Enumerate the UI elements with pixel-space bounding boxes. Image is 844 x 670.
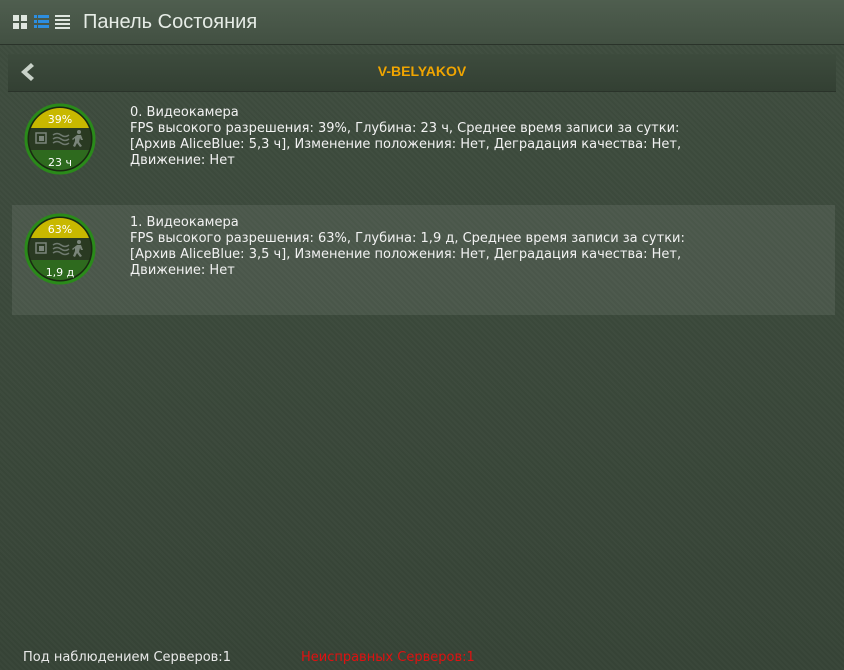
camera-list: 39% 23 ч 0. Видеокамера FPS высокого раз… (12, 95, 835, 315)
server-header: V-BELYAKOV (8, 54, 836, 92)
camera-info: 0. Видеокамера FPS высокого разрешения: … (130, 105, 830, 169)
grid-view-icon[interactable] (12, 14, 29, 31)
camera-info: 1. Видеокамера FPS высокого разрешения: … (130, 215, 830, 279)
status-footer: Под наблюдением Серверов:1 Неисправных Се… (23, 650, 475, 665)
fps-percent-label: 39% (48, 113, 72, 126)
monitored-servers-count: Под наблюдением Серверов:1 (23, 650, 231, 665)
camera-detail-line: [Архив AliceBlue: 3,5 ч], Изменение поло… (130, 247, 682, 262)
camera-status-gauge: 39% 23 ч (24, 103, 96, 175)
list-view-icon[interactable] (33, 14, 50, 31)
server-name: V-BELYAKOV (377, 63, 467, 79)
camera-item-selected[interactable]: 63% 1,9 д 1. Видеокамера FPS высокого ра… (12, 205, 835, 315)
camera-detail-line: FPS высокого разрешения: 39%, Глубина: 2… (130, 121, 680, 136)
camera-detail-line: Движение: Нет (130, 263, 235, 278)
camera-name: 0. Видеокамера (130, 105, 239, 120)
title-bar: Панель Состояния (0, 0, 844, 45)
status-panel: Панель Состояния V-BELYAKOV 39% 23 ч 0. … (0, 0, 844, 670)
camera-name: 1. Видеокамера (130, 215, 239, 230)
archive-depth-label: 1,9 д (46, 266, 75, 279)
faulty-servers-count: Неисправных Серверов:1 (300, 650, 475, 665)
archive-depth-label: 23 ч (48, 156, 72, 169)
camera-item[interactable]: 39% 23 ч 0. Видеокамера FPS высокого раз… (12, 95, 835, 205)
window-title: Панель Состояния (83, 10, 258, 33)
camera-detail-line: Движение: Нет (130, 153, 235, 168)
camera-detail-line: FPS высокого разрешения: 63%, Глубина: 1… (130, 231, 685, 246)
detail-view-icon[interactable] (54, 14, 71, 31)
camera-status-gauge: 63% 1,9 д (24, 213, 96, 285)
camera-detail-line: [Архив AliceBlue: 5,3 ч], Изменение поло… (130, 137, 682, 152)
fps-percent-label: 63% (48, 223, 72, 236)
view-mode-switcher (12, 14, 71, 31)
